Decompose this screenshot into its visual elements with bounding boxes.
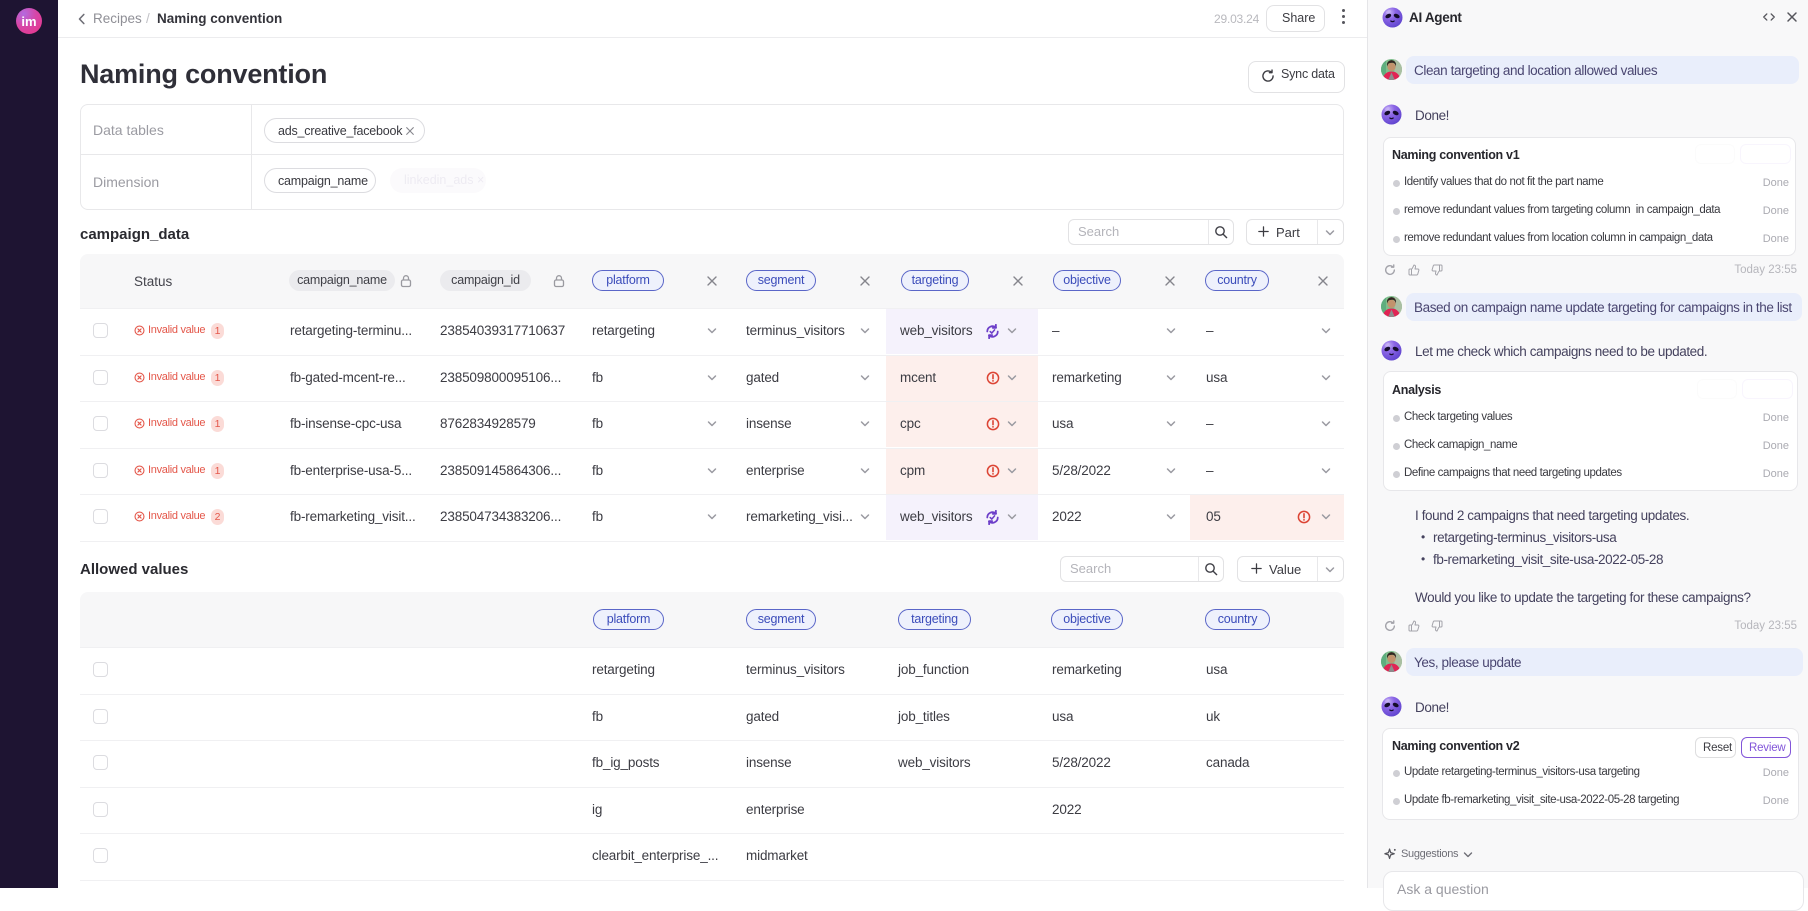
svg-text:im: im bbox=[21, 14, 36, 29]
